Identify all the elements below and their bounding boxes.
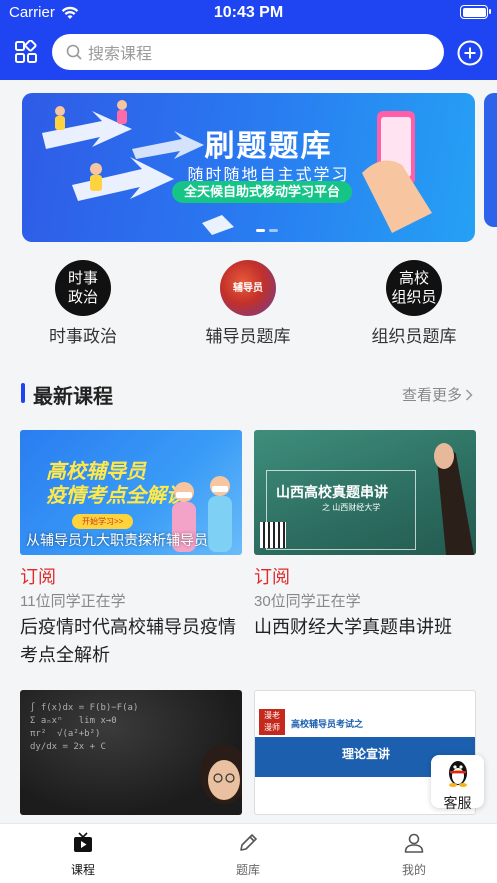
banner-pager [256,229,278,232]
counselor-bank-icon: 辅导员 [220,260,276,316]
category-label: 辅导员题库 [205,327,291,346]
banner-title: 刷题题库 [204,130,333,163]
course-title: 山西财经大学真题串讲班 [254,617,452,637]
course-card[interactable]: 山西高校真题串讲 之 山西财经大学 订阅 30位同学正在学 山西财经大学真题串讲… [254,430,476,641]
see-more-link[interactable]: 查看更多 [402,384,473,405]
course-card[interactable]: ∫ f(x)dx = F(b)−F(a) Σ aₙxⁿ lim x→0 πr² … [20,690,242,815]
course-learners: 11位同学正在学 [20,593,126,610]
video-play-icon [74,832,92,852]
user-icon [404,833,424,853]
tab-courses[interactable]: 课程 [43,832,123,878]
course-thumbnail: 山西高校真题串讲 之 山西财经大学 [254,430,476,555]
promo-banner[interactable]: 刷题题库 随时随地自主式学习 全天候自助式移动学习平台 [22,93,475,242]
customer-service-label: 客服 [443,795,472,811]
course-price: 订阅 [254,567,290,587]
search-icon [66,44,82,60]
search-input[interactable]: 搜索课程 [52,34,444,70]
tab-profile[interactable]: 我的 [374,832,454,878]
category-label: 时事政治 [49,327,117,346]
thumb-chalkboard: ∫ f(x)dx = F(b)−F(a) Σ aₙxⁿ lim x→0 πr² … [30,703,139,752]
latest-courses-header: 最新课程 查看更多 [0,378,497,410]
hand-illustration [434,443,474,555]
thumb-subtitle: 之 山西财经大学 [322,503,381,512]
course-price: 订阅 [20,567,56,587]
tab-label: 我的 [401,863,426,877]
status-bar: Carrier 10:43 PM [0,0,497,26]
course-learners: 30位同学正在学 [254,593,361,610]
see-more-label: 查看更多 [401,387,462,404]
tab-bar: 课程 题库 我的 [0,823,497,883]
battery-icon [460,5,491,19]
tab-label: 题库 [235,863,260,877]
qq-penguin-icon [448,761,467,787]
organizer-bank-icon: 高校 组织员 [386,260,442,316]
search-placeholder: 搜索课程 [88,46,153,63]
category-label: 组织员题库 [371,327,457,346]
top-bar: Carrier 10:43 PM 搜索课程 [0,0,497,80]
section-title: 最新课程 [33,386,113,408]
header: 搜索课程 [0,30,497,74]
customer-service-button[interactable]: 客服 [431,755,484,811]
thumb-caption: 从辅导员九大职责探析辅导员 [26,532,208,548]
current-affairs-icon: 时事 政治 [55,260,111,316]
student-illustration [200,744,242,804]
category-organizer-bank[interactable]: 高校 组织员 组织员题库 [349,260,479,347]
category-row: 时事 政治 时事政治 辅导员 辅导员题库 高校 组织员 组织员题库 [0,260,497,350]
thumb-heading: 高校辅导员考试之 [291,719,364,729]
course-card[interactable]: 高校辅导员 疫情考点全解读 开始学习>> 从辅导员九大职责探析辅导员 订阅 11… [20,430,242,669]
tab-label: 课程 [70,863,95,877]
course-thumbnail: ∫ f(x)dx = F(b)−F(a) Σ aₙxⁿ lim x→0 πr² … [20,690,242,815]
section-accent-bar [21,383,25,403]
course-title: 后疫情时代高校辅导员疫情考点全解析 [20,617,236,665]
qr-code-icon [260,522,286,548]
clock: 10:43 PM [213,4,284,21]
banner-tag: 全天候自助式移动学习平台 [172,181,353,203]
course-thumbnail: 高校辅导员 疫情考点全解读 开始学习>> 从辅导员九大职责探析辅导员 [20,430,242,555]
category-current-affairs[interactable]: 时事 政治 时事政治 [18,260,148,347]
category-counselor-bank[interactable]: 辅导员 辅导员题库 [183,260,313,347]
brand-logo: 漫老 漫师 [259,709,285,735]
pencil-icon [240,834,257,851]
tab-question-bank[interactable]: 题库 [208,832,288,878]
chevron-right-icon [465,388,473,401]
thumb-headline: 山西高校真题串讲 [276,484,388,500]
next-banner-peek[interactable] [484,93,497,227]
category-grid-icon[interactable] [14,40,38,64]
thumb-start-button: 开始学习>> [72,514,134,529]
add-icon[interactable] [457,40,483,66]
